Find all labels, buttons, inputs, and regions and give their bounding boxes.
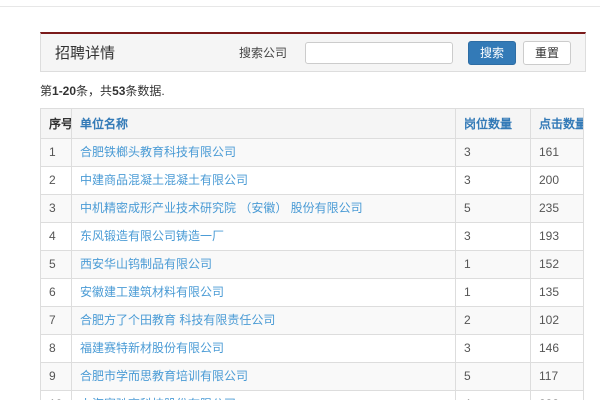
table-row: 10上海富驰高科技股份有限公司4233 xyxy=(41,391,584,400)
header-jobs[interactable]: 岗位数量 xyxy=(456,109,531,139)
header-clicks[interactable]: 点击数量 xyxy=(531,109,584,139)
table-row: 8 福建赛特新材股份有限公司 3146 xyxy=(41,335,584,363)
pagination-summary: 第1-20条，共53条数据. xyxy=(40,82,586,99)
company-cell: 东风锻造有限公司铸造一厂 xyxy=(72,223,456,251)
page-title: 招聘详情 xyxy=(55,42,115,63)
jobs-count: 4 xyxy=(456,391,531,400)
header-jobs-link[interactable]: 岗位数量 xyxy=(464,117,512,131)
main-container: 招聘详情 搜索公司 搜索 重置 第1-20条，共53条数据. 序号 单位名称 岗… xyxy=(40,32,586,400)
company-cell: 合肥市学而思教育培训有限公司 xyxy=(72,363,456,391)
panel-header: 招聘详情 搜索公司 搜索 重置 xyxy=(41,34,585,71)
clicks-count: 200 xyxy=(531,167,584,195)
company-cell: 福建赛特新材股份有限公司 xyxy=(72,335,456,363)
row-index: 4 xyxy=(41,223,72,251)
company-link[interactable]: 中机精密成形产业技术研究院 （安徽） 股份有限公司 xyxy=(80,201,363,215)
company-link[interactable]: 西安华山钨制品有限公司 xyxy=(80,257,212,271)
search-button[interactable]: 搜索 xyxy=(468,41,516,65)
table-row: 5 西安华山钨制品有限公司 1152 xyxy=(41,251,584,279)
jobs-count: 3 xyxy=(456,335,531,363)
table-head: 序号 单位名称 岗位数量 点击数量 xyxy=(41,109,584,139)
table-row: 4 东风锻造有限公司铸造一厂 3193 xyxy=(41,223,584,251)
jobs-count: 2 xyxy=(456,307,531,335)
clicks-count: 161 xyxy=(531,139,584,167)
company-link[interactable]: 中建商品混凝土混凝土有限公司 xyxy=(80,173,248,187)
company-cell: 合肥方了个田教育 科技有限责任公司 xyxy=(72,307,456,335)
clicks-count: 152 xyxy=(531,251,584,279)
recruitment-table: 序号 单位名称 岗位数量 点击数量 1合肥铁榔头教育科技有限公司31612中建商… xyxy=(40,108,584,400)
company-cell: 安徽建工建筑材料有限公司 xyxy=(72,279,456,307)
row-index: 7 xyxy=(41,307,72,335)
jobs-count: 5 xyxy=(456,195,531,223)
pagination-middle: 条，共 xyxy=(76,84,112,98)
jobs-count: 5 xyxy=(456,363,531,391)
row-index: 5 xyxy=(41,251,72,279)
pagination-prefix: 第 xyxy=(40,84,52,98)
company-cell: 合肥铁榔头教育科技有限公司 xyxy=(72,139,456,167)
table-row: 3 中机精密成形产业技术研究院 （安徽） 股份有限公司 5235 xyxy=(41,195,584,223)
row-index: 9 xyxy=(41,363,72,391)
top-navbar xyxy=(0,0,600,7)
clicks-count: 193 xyxy=(531,223,584,251)
header-company-link[interactable]: 单位名称 xyxy=(80,117,128,131)
company-link[interactable]: 东风锻造有限公司铸造一厂 xyxy=(80,229,224,243)
recruitment-panel: 招聘详情 搜索公司 搜索 重置 xyxy=(40,32,586,72)
header-row: 序号 单位名称 岗位数量 点击数量 xyxy=(41,109,584,139)
row-index: 3 xyxy=(41,195,72,223)
company-cell: 上海富驰高科技股份有限公司 xyxy=(72,391,456,400)
search-company-label: 搜索公司 xyxy=(239,44,287,61)
jobs-count: 1 xyxy=(456,251,531,279)
company-link[interactable]: 合肥铁榔头教育科技有限公司 xyxy=(80,145,236,159)
header-index: 序号 xyxy=(41,109,72,139)
clicks-count: 135 xyxy=(531,279,584,307)
company-link[interactable]: 安徽建工建筑材料有限公司 xyxy=(80,285,224,299)
reset-button[interactable]: 重置 xyxy=(523,41,571,65)
pagination-total: 53 xyxy=(112,84,125,98)
jobs-count: 3 xyxy=(456,139,531,167)
pagination-range: 1-20 xyxy=(52,84,76,98)
company-link[interactable]: 合肥市学而思教育培训有限公司 xyxy=(80,369,248,383)
pagination-suffix: 条数据. xyxy=(125,84,164,98)
jobs-count: 3 xyxy=(456,223,531,251)
jobs-count: 1 xyxy=(456,279,531,307)
row-index: 1 xyxy=(41,139,72,167)
header-company[interactable]: 单位名称 xyxy=(72,109,456,139)
table-row: 6 安徽建工建筑材料有限公司 1135 xyxy=(41,279,584,307)
company-link[interactable]: 福建赛特新材股份有限公司 xyxy=(80,341,224,355)
clicks-count: 146 xyxy=(531,335,584,363)
table-row: 1 合肥铁榔头教育科技有限公司 3161 xyxy=(41,139,584,167)
clicks-count: 102 xyxy=(531,307,584,335)
search-company-input[interactable] xyxy=(305,42,453,64)
clicks-count: 117 xyxy=(531,363,584,391)
row-index: 2 xyxy=(41,167,72,195)
row-index: 6 xyxy=(41,279,72,307)
clicks-count: 235 xyxy=(531,195,584,223)
search-group: 搜索公司 搜索 重置 xyxy=(239,41,571,65)
clicks-count: 233 xyxy=(531,391,584,400)
company-cell: 中建商品混凝土混凝土有限公司 xyxy=(72,167,456,195)
company-cell: 中机精密成形产业技术研究院 （安徽） 股份有限公司 xyxy=(72,195,456,223)
row-index: 8 xyxy=(41,335,72,363)
row-index: 10 xyxy=(41,391,72,400)
table-row: 7 合肥方了个田教育 科技有限责任公司 2102 xyxy=(41,307,584,335)
header-clicks-link[interactable]: 点击数量 xyxy=(539,117,584,131)
jobs-count: 3 xyxy=(456,167,531,195)
company-link[interactable]: 合肥方了个田教育 科技有限责任公司 xyxy=(80,313,275,327)
company-cell: 西安华山钨制品有限公司 xyxy=(72,251,456,279)
table-body: 1合肥铁榔头教育科技有限公司31612中建商品混凝土混凝土有限公司32003中机… xyxy=(41,139,584,400)
table-row: 9 合肥市学而思教育培训有限公司 5117 xyxy=(41,363,584,391)
table-row: 2 中建商品混凝土混凝土有限公司 3200 xyxy=(41,167,584,195)
